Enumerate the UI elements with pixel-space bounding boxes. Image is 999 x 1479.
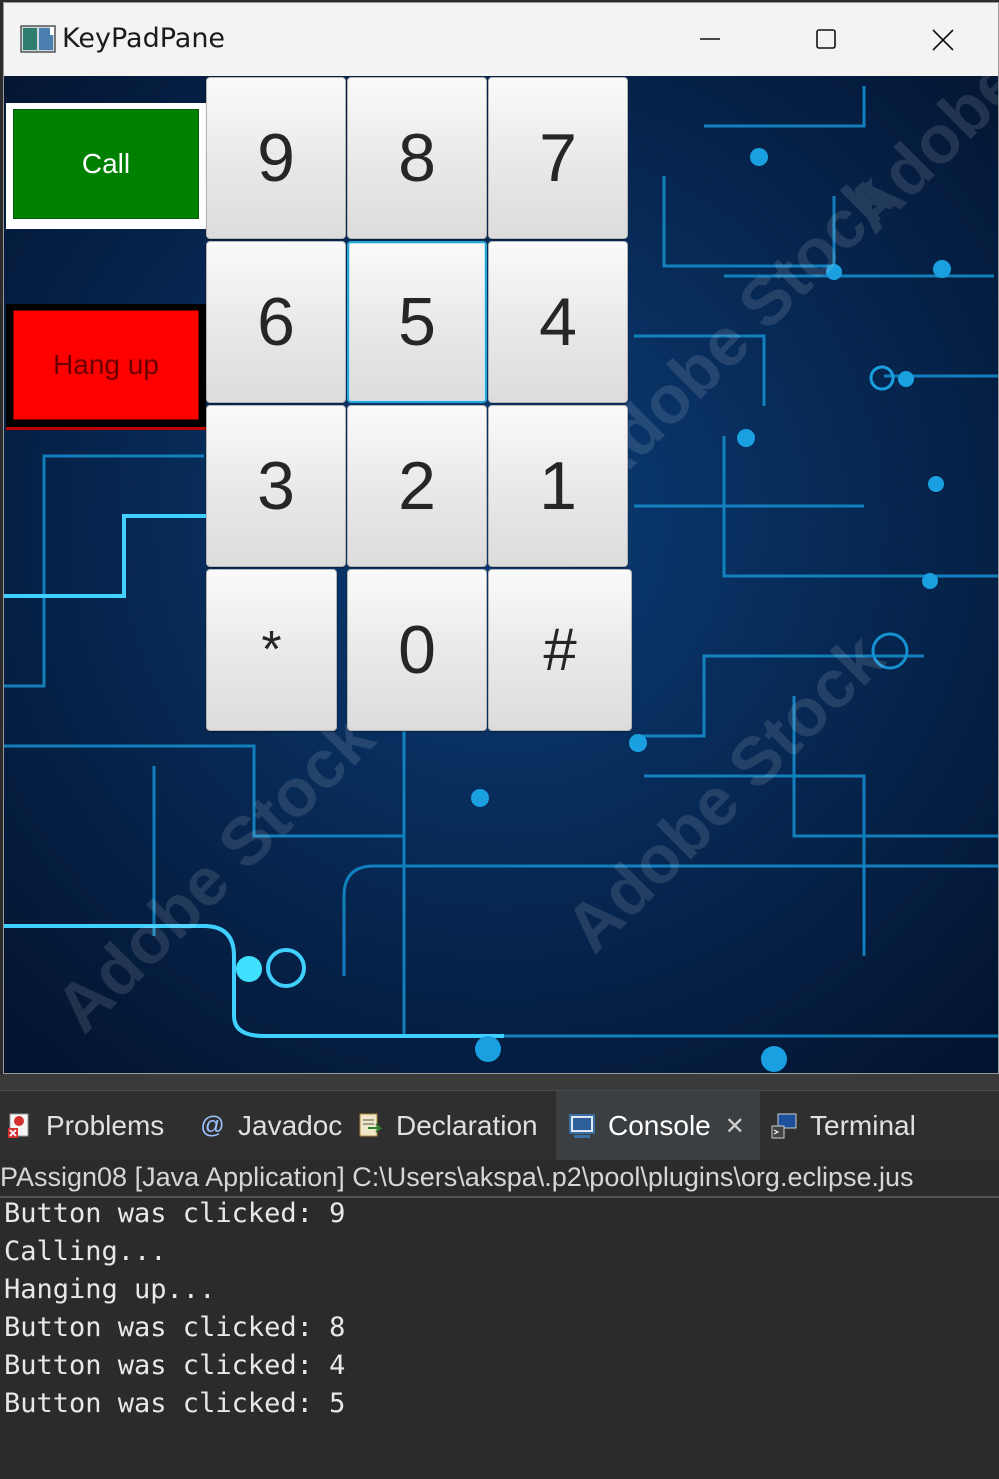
call-button-frame: Call: [6, 103, 206, 229]
key-label: 7: [539, 120, 577, 196]
tab-problems[interactable]: Problems: [6, 1091, 186, 1161]
tab-terminal[interactable]: Terminal: [770, 1091, 940, 1161]
key-label: *: [261, 621, 282, 679]
key-0[interactable]: 0: [347, 569, 487, 731]
close-tab-icon[interactable]: ✕: [725, 1112, 745, 1141]
minimize-icon: [700, 38, 720, 40]
view-splitter[interactable]: [0, 1074, 999, 1090]
tab-label: Problems: [46, 1110, 165, 1141]
console-icon: [569, 1114, 595, 1138]
console-launch-info: PAssign08 [Java Application] C:\Users\ak…: [0, 1160, 999, 1198]
tab-label: Javadoc: [238, 1110, 343, 1141]
key-star[interactable]: *: [206, 569, 337, 731]
console-line: Hanging up...: [4, 1274, 216, 1305]
console-line: Button was clicked: 5: [4, 1388, 346, 1419]
key-hash[interactable]: #: [488, 569, 632, 731]
declaration-icon: [359, 1113, 383, 1137]
tab-declaration[interactable]: Declaration: [356, 1091, 552, 1161]
keypad-pane: Adobe Stock Adobe Stock Adobe Stock Adob…: [4, 76, 998, 1073]
key-5[interactable]: 5: [347, 241, 487, 403]
key-label: 2: [398, 448, 436, 524]
keypad-window: KeyPadPane Adobe Stock Adobe Stock Adobe…: [3, 2, 999, 1074]
minimize-button[interactable]: [652, 3, 768, 76]
close-button[interactable]: [884, 3, 998, 76]
tab-label: Declaration: [396, 1110, 538, 1141]
terminal-icon: [771, 1113, 797, 1139]
key-label: #: [543, 616, 577, 683]
eclipse-view-tabs: Problems @ Javadoc Declaration Console ✕…: [0, 1090, 999, 1161]
key-label: 5: [398, 284, 436, 360]
tab-label: Terminal: [810, 1110, 916, 1141]
key-label: 6: [257, 284, 295, 360]
key-8[interactable]: 8: [347, 77, 487, 239]
hangup-button-frame: Hang up: [6, 304, 206, 430]
console-line: Button was clicked: 9: [4, 1198, 346, 1229]
key-label: 1: [539, 448, 577, 524]
tab-label: Console: [608, 1110, 711, 1141]
console-line: Calling...: [4, 1236, 167, 1267]
javadoc-icon: @: [199, 1112, 225, 1139]
key-3[interactable]: 3: [206, 405, 346, 567]
key-1[interactable]: 1: [488, 405, 628, 567]
console-line: Button was clicked: 8: [4, 1312, 346, 1343]
call-button[interactable]: Call: [13, 109, 199, 219]
title-bar[interactable]: KeyPadPane: [4, 3, 998, 76]
key-9[interactable]: 9: [206, 77, 346, 239]
maximize-button[interactable]: [768, 3, 884, 76]
maximize-icon: [816, 29, 836, 49]
hangup-button[interactable]: Hang up: [13, 310, 199, 420]
key-label: 8: [398, 120, 436, 196]
console-line: Button was clicked: 4: [4, 1350, 346, 1381]
tab-console[interactable]: Console ✕: [556, 1091, 760, 1161]
key-label: 4: [539, 284, 577, 360]
key-6[interactable]: 6: [206, 241, 346, 403]
key-7[interactable]: 7: [488, 77, 628, 239]
problems-icon: [8, 1113, 29, 1138]
console-output[interactable]: Button was clicked: 9 Calling... Hanging…: [0, 1198, 999, 1479]
key-label: 0: [398, 612, 436, 688]
key-4[interactable]: 4: [488, 241, 628, 403]
key-2[interactable]: 2: [347, 405, 487, 567]
java-app-icon: [20, 25, 56, 53]
key-label: 3: [257, 448, 295, 524]
tab-javadoc[interactable]: @ Javadoc: [198, 1091, 348, 1161]
key-label: 9: [257, 120, 295, 196]
close-icon: [932, 29, 954, 51]
window-title: KeyPadPane: [62, 23, 226, 54]
